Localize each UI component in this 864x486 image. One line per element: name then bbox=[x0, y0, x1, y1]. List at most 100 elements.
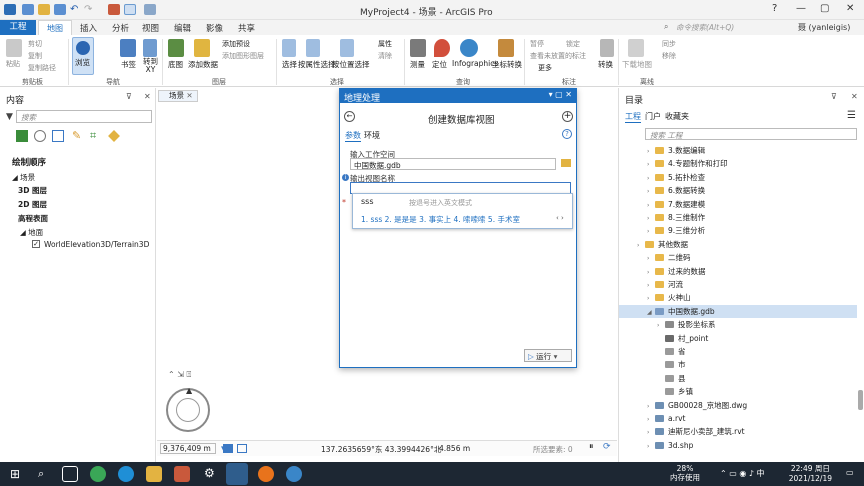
tab-scene[interactable]: 场景 ✕ bbox=[158, 90, 198, 102]
catalog-folder-item[interactable]: › 3.数据编辑 bbox=[619, 144, 857, 157]
add-graphics-layer-button[interactable]: 添加图形图层 bbox=[222, 51, 264, 61]
attributes-button[interactable]: 属性 bbox=[378, 39, 392, 49]
expand-arrow-icon[interactable]: › bbox=[647, 413, 655, 426]
tab-analysis[interactable]: 分析 bbox=[112, 22, 129, 34]
tab-environments[interactable]: 环境 bbox=[364, 130, 380, 141]
catalog-item[interactable]: 市 bbox=[619, 358, 857, 371]
tab-share[interactable]: 共享 bbox=[238, 22, 255, 34]
add-data-icon[interactable] bbox=[194, 39, 210, 57]
catalog-item[interactable]: ◢ 中国数据.gdb bbox=[619, 304, 857, 318]
ime-page-arrows[interactable]: ‹ › bbox=[556, 214, 564, 222]
scale-input[interactable]: 9,376,409 m bbox=[160, 443, 216, 454]
undo-icon[interactable]: ↶ bbox=[70, 4, 82, 15]
catalog-folder-item[interactable]: › 7.数据建模 bbox=[619, 198, 857, 211]
bookmarks-icon[interactable] bbox=[120, 39, 136, 57]
tray-icons[interactable]: ⌃ ▭ ◉ ♪ 中 bbox=[720, 468, 765, 479]
convert-coordinates-icon[interactable] bbox=[498, 39, 514, 57]
arcgis-pro-icon[interactable] bbox=[226, 463, 248, 485]
expand-arrow-icon[interactable]: › bbox=[647, 185, 655, 198]
catalog-folder-item[interactable]: › 过来的数据 bbox=[619, 265, 857, 278]
select-tool-icon[interactable] bbox=[124, 4, 136, 15]
minimize-button[interactable]: — bbox=[796, 3, 806, 14]
app-icon[interactable] bbox=[174, 466, 190, 482]
catalog-item[interactable]: › 3d.shp bbox=[619, 439, 857, 452]
toolbox-icon[interactable] bbox=[108, 4, 120, 15]
pin-icon[interactable]: ⊽ bbox=[831, 92, 837, 101]
wechat-icon[interactable] bbox=[90, 466, 106, 482]
expand-arrow-icon[interactable]: › bbox=[647, 426, 655, 439]
goto-xy-icon[interactable] bbox=[143, 39, 157, 57]
scene-node[interactable]: ◢ 场景 bbox=[12, 172, 35, 183]
select-icon[interactable] bbox=[282, 39, 296, 57]
catalog-item[interactable]: 村_point bbox=[619, 332, 857, 345]
user-name[interactable]: 聂 (yanleigis) bbox=[798, 22, 850, 33]
convert-icon[interactable] bbox=[600, 39, 614, 57]
help-app-icon[interactable] bbox=[286, 466, 302, 482]
expand-arrow-icon[interactable]: › bbox=[657, 319, 665, 332]
catalog-item[interactable]: 省 bbox=[619, 345, 857, 358]
catalog-folder-item[interactable]: › 5.拓扑检查 bbox=[619, 171, 857, 184]
catalog-tab-project[interactable]: 工程 bbox=[625, 111, 641, 123]
cut-button[interactable]: 剪切 bbox=[28, 39, 42, 49]
filter-icon[interactable]: ▼ bbox=[6, 112, 13, 122]
tab-project[interactable]: 工程 bbox=[0, 20, 36, 35]
catalog-item[interactable]: 县 bbox=[619, 372, 857, 385]
catalog-folder-item[interactable]: › 火神山 bbox=[619, 291, 857, 304]
elevation-layer-label[interactable]: WorldElevation3D/Terrain3D bbox=[44, 240, 149, 249]
new-project-icon[interactable] bbox=[22, 4, 34, 15]
browse-folder-icon[interactable] bbox=[561, 159, 571, 167]
catalog-item[interactable]: › a.rvt bbox=[619, 412, 857, 425]
input-workspace-field[interactable]: 中国数据.gdb bbox=[350, 158, 556, 170]
catalog-item[interactable]: › GB00028_京地图.dwg bbox=[619, 399, 857, 412]
catalog-search-input[interactable]: 搜索 工程 bbox=[645, 128, 857, 140]
expand-arrow-icon[interactable]: › bbox=[647, 440, 655, 453]
select-by-attributes-icon[interactable] bbox=[306, 39, 320, 57]
pin-icon[interactable]: ⊽ bbox=[126, 92, 132, 101]
clear-selection-button[interactable]: 清除 bbox=[378, 51, 392, 61]
add-preset-button[interactable]: 添加预设 bbox=[222, 39, 250, 49]
lock-labeling-button[interactable]: 锁定 bbox=[566, 39, 580, 49]
download-map-icon[interactable] bbox=[628, 39, 644, 57]
list-by-labeling-icon[interactable] bbox=[108, 130, 120, 142]
copy-path-button[interactable]: 复制路径 bbox=[28, 63, 56, 73]
layer-visibility-checkbox[interactable]: ✓ bbox=[32, 240, 40, 248]
notifications-icon[interactable]: ▭ bbox=[846, 468, 854, 477]
tab-edit[interactable]: 编辑 bbox=[174, 22, 191, 34]
refresh-icon[interactable]: ⟳ bbox=[603, 442, 611, 452]
open-folder-icon[interactable] bbox=[38, 4, 50, 15]
expand-arrow-icon[interactable]: › bbox=[647, 145, 655, 158]
tab-parameters[interactable]: 参数 bbox=[345, 130, 361, 142]
paste-icon[interactable] bbox=[6, 39, 22, 57]
help-button[interactable]: ? bbox=[772, 3, 777, 14]
expand-arrow-icon[interactable]: › bbox=[637, 239, 645, 252]
tab-imagery[interactable]: 影像 bbox=[206, 22, 223, 34]
firefox-icon[interactable] bbox=[258, 466, 274, 482]
system-clock[interactable]: 22:49 周日 2021/12/19 bbox=[789, 464, 832, 484]
measure-icon[interactable] bbox=[410, 39, 426, 57]
infographics-icon[interactable] bbox=[460, 39, 478, 57]
pane-window-controls[interactable]: ▾ ▢ ✕ bbox=[549, 90, 572, 99]
more-button[interactable]: 更多 bbox=[538, 63, 552, 73]
redo-icon[interactable]: ↷ bbox=[84, 4, 96, 15]
catalog-folder-item[interactable]: › 4.专题制作和打印 bbox=[619, 157, 857, 170]
back-icon[interactable]: ← bbox=[344, 111, 355, 122]
run-button[interactable]: ▷ 运行 ▾ bbox=[524, 349, 572, 362]
list-by-selection-icon[interactable] bbox=[52, 130, 64, 142]
expand-arrow-icon[interactable]: › bbox=[647, 212, 655, 225]
catalog-folder-item[interactable]: › 8.三维制作 bbox=[619, 211, 857, 224]
catalog-item[interactable]: 乡镇 bbox=[619, 385, 857, 398]
list-by-editing-icon[interactable]: ✎ bbox=[72, 130, 84, 142]
snapping-toggle-icon[interactable] bbox=[237, 444, 247, 453]
expand-arrow-icon[interactable]: › bbox=[647, 266, 655, 279]
save-icon[interactable] bbox=[54, 4, 66, 15]
pause-labeling-button[interactable]: 暂停 bbox=[530, 39, 544, 49]
command-search-input[interactable]: 命令搜索(Alt+Q) bbox=[676, 22, 800, 34]
layer-3d-node[interactable]: 3D 图层 bbox=[18, 185, 47, 196]
tab-view[interactable]: 视图 bbox=[142, 22, 159, 34]
remove-button[interactable]: 移除 bbox=[662, 51, 676, 61]
help-icon[interactable]: ? bbox=[562, 129, 572, 139]
catalog-folder-item[interactable]: › 其他数据 bbox=[619, 238, 857, 251]
nav-controls[interactable]: ⌃ ⇲ ⍐ bbox=[168, 370, 204, 380]
restore-button[interactable]: ▢ bbox=[820, 3, 829, 14]
map-tool-icon[interactable] bbox=[144, 4, 156, 15]
